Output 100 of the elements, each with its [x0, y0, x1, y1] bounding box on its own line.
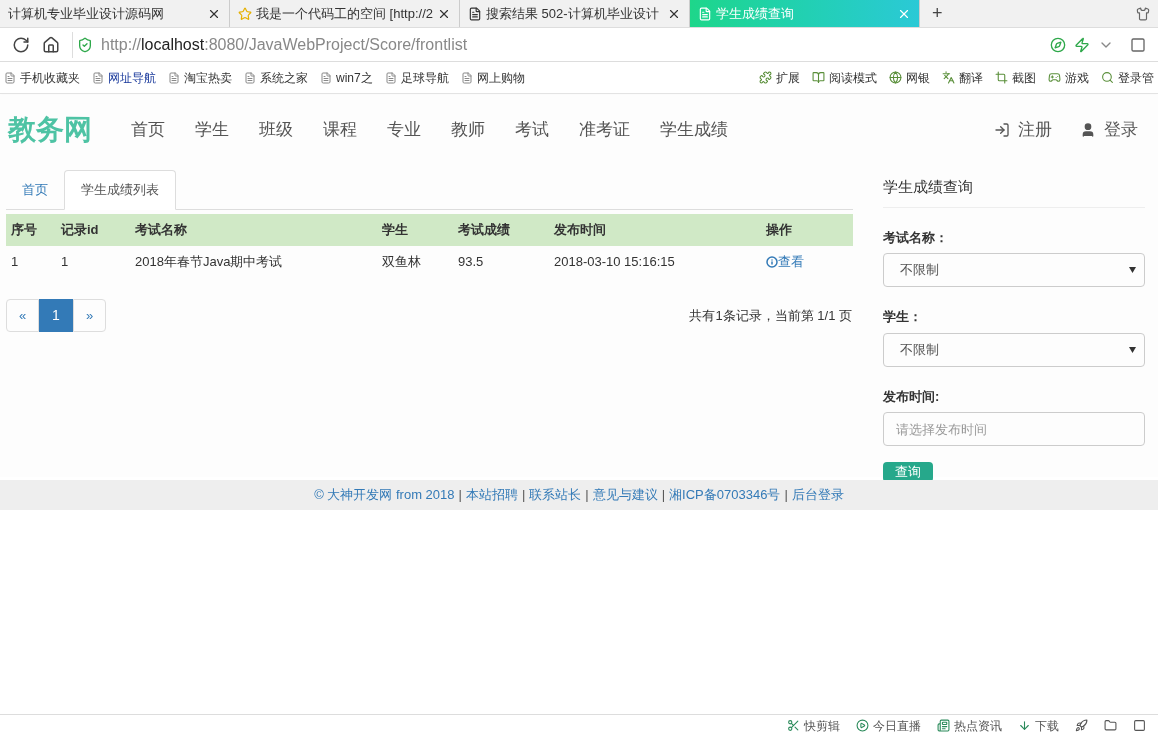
page-icon	[92, 71, 104, 84]
query-title: 学生成绩查询	[883, 176, 1145, 208]
register-link[interactable]: 注册	[994, 117, 1052, 143]
pagination-summary: 共有1条记录，当前第 1/1 页	[689, 306, 852, 325]
compass-icon[interactable]	[1050, 36, 1066, 53]
select-field[interactable]: 不限制	[883, 332, 1145, 367]
user-icon	[1080, 122, 1096, 138]
info-icon	[766, 256, 778, 268]
rocket-icon[interactable]	[1075, 719, 1088, 732]
bookmark-item[interactable]: 足球导航	[384, 68, 449, 87]
status-item[interactable]: 热点资讯	[937, 716, 1002, 735]
footer-link[interactable]: 意见与建议	[592, 485, 658, 505]
table-cell-text: 2018-03-10 15:16:15	[554, 253, 676, 272]
toolbar-item[interactable]: 登录管	[1101, 68, 1154, 87]
page-icon	[244, 71, 256, 84]
nav-link[interactable]: 教师	[436, 117, 500, 143]
separator: |	[585, 486, 589, 505]
column-header: 考试名称	[135, 221, 188, 240]
nav-link[interactable]: 考试	[500, 117, 564, 143]
folder-icon[interactable]	[1104, 719, 1117, 732]
star-icon	[238, 6, 252, 21]
view-link[interactable]: 查看	[766, 252, 804, 272]
table-cell-text: 2018年春节Java期中考试	[135, 253, 284, 272]
column-header: 学生	[382, 221, 409, 240]
column-header: 操作	[766, 221, 793, 240]
nav-link[interactable]: 学生成绩	[645, 117, 743, 143]
field-label: 发布时间:	[883, 387, 941, 406]
nav-link[interactable]: 班级	[244, 117, 308, 143]
tab-title: 我是一个代码工的空间 [http://2	[256, 4, 433, 23]
toolbar-item[interactable]: 游戏	[1048, 68, 1089, 87]
page-icon	[384, 71, 397, 84]
bookmark-item[interactable]: 手机收藏夹	[4, 68, 80, 87]
page-button[interactable]: 1	[39, 299, 73, 332]
window-icon[interactable]	[1133, 719, 1146, 732]
nav-link[interactable]: 首页	[116, 117, 180, 143]
separator: |	[458, 486, 462, 505]
nav-link[interactable]: 课程	[308, 117, 372, 143]
footer-link[interactable]: 联系站长	[529, 485, 582, 505]
column-header: 序号	[10, 221, 38, 240]
browser-tab[interactable]: 我是一个代码工的空间 [http://2	[230, 0, 460, 27]
column-header: 考试成绩	[458, 221, 511, 240]
table-cell-text: 双鱼林	[382, 253, 422, 272]
caret-icon	[1129, 346, 1136, 353]
nav-link[interactable]: 专业	[372, 117, 436, 143]
address-field[interactable]: http://localhost:8080/JavaWebProject/Score/frontlist	[72, 31, 1118, 58]
table-cell-text: 1	[10, 253, 20, 272]
field-label: 考试名称：	[883, 228, 949, 247]
tab-title: 搜索结果 502-计算机毕业设计	[486, 4, 660, 23]
nav-link[interactable]: 学生	[180, 117, 244, 143]
toolbar-item[interactable]: 阅读模式	[812, 68, 877, 87]
content-tab[interactable]: 首页	[6, 170, 64, 210]
browser-tab[interactable]: 计算机专业毕业设计源码网	[0, 0, 230, 27]
table-cell-text: 93.5	[458, 253, 485, 272]
next-page-button[interactable]: »	[73, 299, 106, 332]
url-text: http://localhost:8080/JavaWebProject/Score/frontlist	[101, 34, 468, 55]
lightning-icon[interactable]	[1074, 36, 1090, 53]
nav-link[interactable]: 准考证	[564, 117, 645, 143]
toolbar-item[interactable]: 网银	[889, 68, 930, 87]
shirt-icon[interactable]	[1136, 6, 1150, 21]
sign-in-icon	[994, 122, 1010, 138]
bookmark-item[interactable]: 系统之家	[244, 68, 308, 87]
login-link[interactable]: 登录	[1080, 117, 1138, 143]
home-icon[interactable]	[42, 35, 60, 54]
toolbar-item[interactable]: 翻译	[942, 68, 983, 87]
content-tab[interactable]: 学生成绩列表	[64, 170, 176, 210]
field-label: 学生：	[883, 308, 923, 326]
bookmark-item[interactable]: 网上购物	[460, 68, 525, 87]
status-item[interactable]: 下载	[1018, 716, 1059, 735]
caret-icon	[1129, 267, 1136, 273]
new-tab-button[interactable]: +	[920, 0, 955, 27]
column-header: 记录id	[61, 221, 100, 240]
separator: |	[521, 486, 526, 505]
bookmark-item[interactable]: 网址导航	[92, 68, 156, 87]
page-icon	[460, 71, 473, 84]
page-icon	[468, 6, 482, 21]
bookmark-item[interactable]: win7之	[320, 68, 373, 87]
toolbar-item[interactable]: 截图	[995, 68, 1036, 87]
footer-link[interactable]: © 大神开发网 from 2018	[314, 485, 455, 505]
page-icon	[698, 6, 712, 21]
tab-title: 计算机专业毕业设计源码网	[8, 4, 165, 23]
footer-link[interactable]: 本站招聘	[465, 485, 518, 505]
page-icon	[320, 71, 332, 84]
toolbar-item[interactable]: 扩展	[759, 68, 800, 87]
tab-title: 学生成绩查询	[716, 4, 795, 23]
status-item[interactable]: 快剪辑	[787, 716, 840, 735]
select-field[interactable]: 不限制	[883, 253, 1145, 287]
date-input-field[interactable]: 请选择发布时间	[883, 412, 1145, 446]
page-icon	[4, 71, 16, 84]
bookmark-item[interactable]: 淘宝热卖	[168, 68, 232, 87]
square-icon[interactable]	[1130, 36, 1146, 53]
footer-link[interactable]: 后台登录	[791, 485, 844, 505]
separator: |	[661, 486, 666, 505]
status-item[interactable]: 今日直播	[856, 716, 921, 735]
reload-icon[interactable]	[12, 35, 30, 54]
page-icon	[168, 71, 180, 84]
column-header: 发布时间	[554, 221, 607, 240]
table-cell-text: 1	[61, 253, 70, 272]
shield-icon	[77, 36, 93, 53]
footer-link[interactable]: 湘ICP备0703346号	[669, 485, 781, 505]
separator: |	[784, 486, 788, 505]
